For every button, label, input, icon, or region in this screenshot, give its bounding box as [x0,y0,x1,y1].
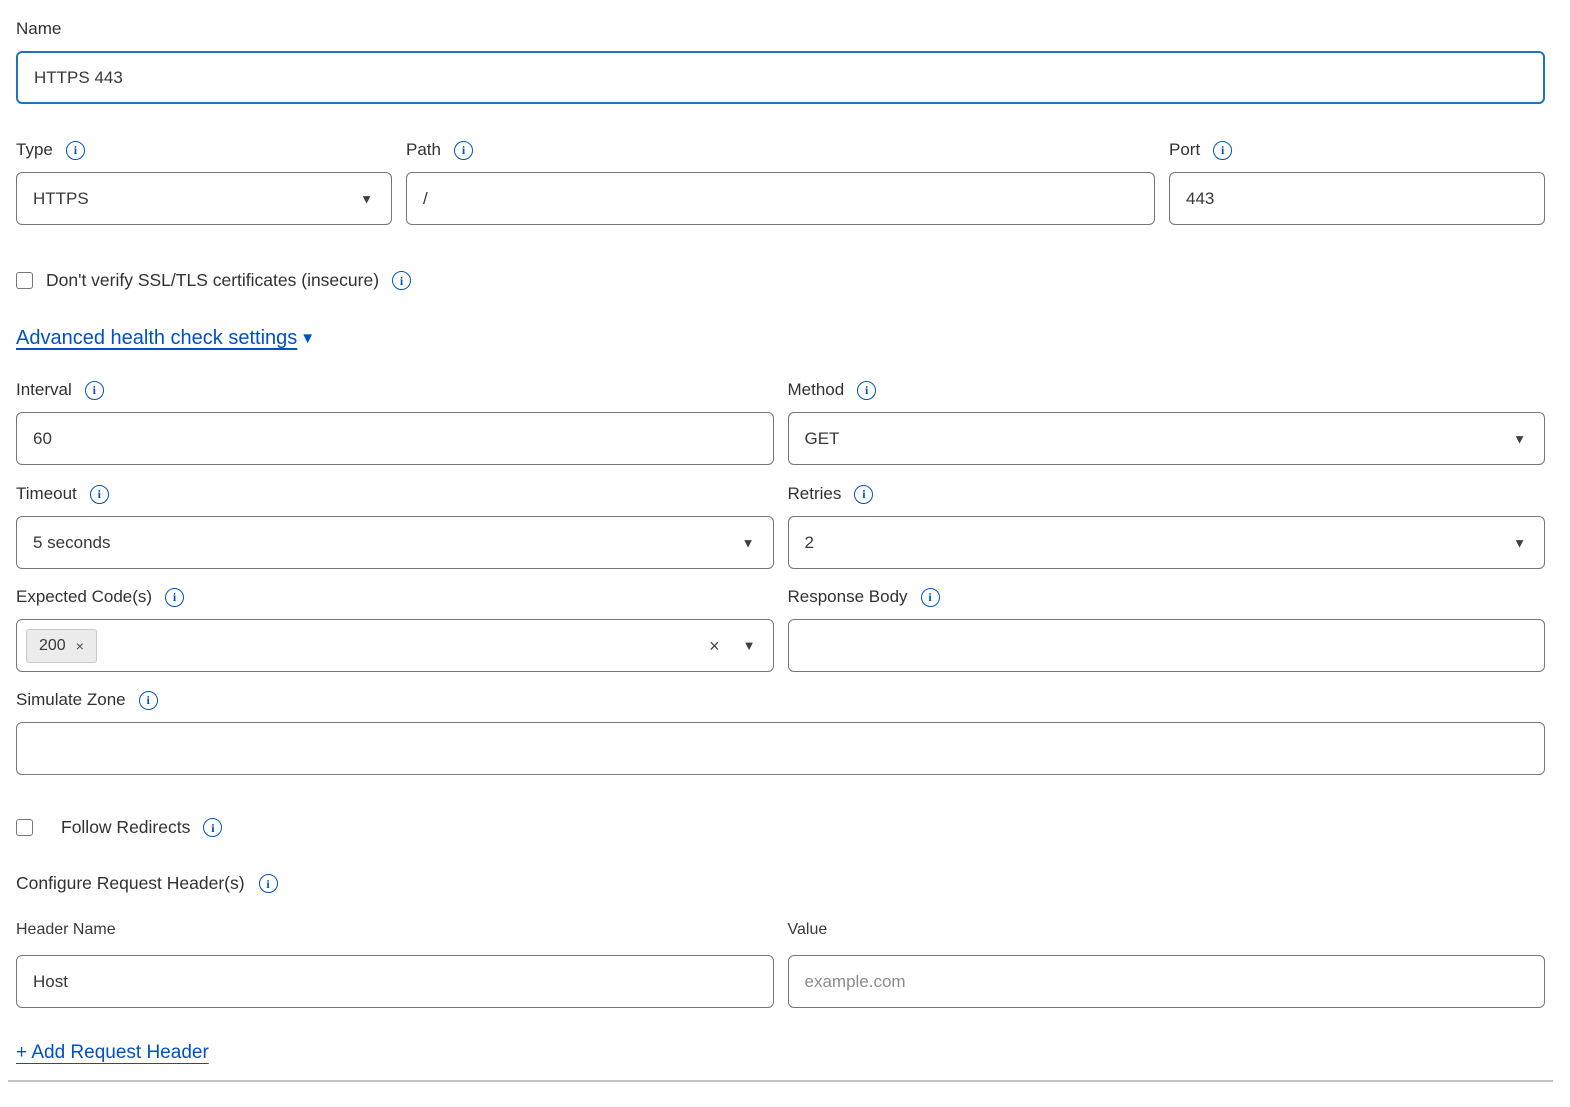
type-label-text: Type [16,139,53,161]
port-label-text: Port [1169,139,1200,161]
name-input[interactable] [16,51,1545,104]
add-request-header-link-text: + Add Request Header [16,1042,209,1063]
method-select-value: GET [805,429,840,449]
name-label: Name [16,18,1545,40]
expected-codes-field: Expected Code(s) i 200 × × ▼ [16,586,774,672]
header-name-field: Header Name [16,920,774,1008]
interval-method-row: Interval i Method i GET ▼ [16,379,1545,465]
expected-codes-select[interactable]: 200 × × ▼ [16,619,774,672]
expected-codes-label: Expected Code(s) i [16,586,774,608]
request-header-row: Header Name Value [16,920,1545,1008]
path-field: Path i [406,139,1155,225]
timeout-label: Timeout i [16,483,774,505]
ssl-verify-label: Don't verify SSL/TLS certificates (insec… [46,270,379,291]
header-value-label: Value [788,920,1546,940]
simulate-zone-label-text: Simulate Zone [16,689,126,711]
expected-code-tag-text: 200 [39,637,66,655]
port-info-icon[interactable]: i [1213,141,1232,160]
health-check-form: Name Type i HTTPS ▼ Path i Port i [0,0,1570,1082]
interval-input[interactable] [16,412,774,465]
interval-label-text: Interval [16,379,72,401]
chevron-down-icon: ▼ [360,192,373,205]
path-label-text: Path [406,139,441,161]
response-body-field: Response Body i [788,586,1546,672]
type-path-port-row: Type i HTTPS ▼ Path i Port i [16,139,1545,225]
retries-select-value: 2 [805,533,814,553]
timeout-field: Timeout i 5 seconds ▼ [16,483,774,569]
type-label: Type i [16,139,392,161]
path-input[interactable] [406,172,1155,225]
ssl-verify-info-icon[interactable]: i [392,271,411,290]
follow-redirects-row: Follow Redirects i [16,817,1545,838]
interval-info-icon[interactable]: i [85,381,104,400]
response-body-label: Response Body i [788,586,1546,608]
type-select[interactable]: HTTPS ▼ [16,172,392,225]
retries-select[interactable]: 2 ▼ [788,516,1546,569]
request-headers-info-icon[interactable]: i [259,874,278,893]
interval-label: Interval i [16,379,774,401]
simulate-zone-info-icon[interactable]: i [139,691,158,710]
method-label: Method i [788,379,1546,401]
multiselect-controls: × ▼ [709,637,755,655]
advanced-settings-container: Advanced health check settings ▼ [16,291,1545,350]
method-select[interactable]: GET ▼ [788,412,1546,465]
response-body-input[interactable] [788,619,1546,672]
port-field: Port i [1169,139,1545,225]
header-value-input[interactable] [788,955,1546,1008]
expected-codes-info-icon[interactable]: i [165,588,184,607]
header-value-field: Value [788,920,1546,1008]
port-input[interactable] [1169,172,1545,225]
advanced-settings-link[interactable]: Advanced health check settings ▼ [16,327,315,350]
follow-redirects-checkbox[interactable] [16,819,33,836]
expected-code-tag: 200 × [26,629,97,663]
timeout-retries-row: Timeout i 5 seconds ▼ Retries i 2 ▼ [16,483,1545,569]
timeout-label-text: Timeout [16,483,77,505]
retries-label: Retries i [788,483,1546,505]
method-info-icon[interactable]: i [857,381,876,400]
bottom-divider [8,1080,1553,1082]
clear-all-icon[interactable]: × [709,637,720,655]
type-field: Type i HTTPS ▼ [16,139,392,225]
interval-field: Interval i [16,379,774,465]
add-request-header-link[interactable]: + Add Request Header [16,1042,209,1064]
request-headers-section-text: Configure Request Header(s) [16,873,245,894]
method-field: Method i GET ▼ [788,379,1546,465]
chevron-down-icon[interactable]: ▼ [743,639,756,652]
ssl-verify-checkbox[interactable] [16,272,33,289]
simulate-zone-field: Simulate Zone i [16,689,1545,775]
timeout-select[interactable]: 5 seconds ▼ [16,516,774,569]
name-field: Name [16,18,1545,104]
simulate-zone-input[interactable] [16,722,1545,775]
header-name-input[interactable] [16,955,774,1008]
chevron-down-icon: ▼ [1513,432,1526,445]
response-body-label-text: Response Body [788,586,908,608]
header-name-label: Header Name [16,920,774,940]
type-info-icon[interactable]: i [66,141,85,160]
response-body-info-icon[interactable]: i [921,588,940,607]
chevron-down-icon: ▼ [742,536,755,549]
method-label-text: Method [788,379,845,401]
type-select-value: HTTPS [33,189,89,209]
simulate-zone-label: Simulate Zone i [16,689,1545,711]
add-header-container: + Add Request Header [16,1008,1545,1064]
port-label: Port i [1169,139,1545,161]
triangle-down-icon: ▼ [300,330,315,347]
timeout-info-icon[interactable]: i [90,485,109,504]
request-headers-section-label: Configure Request Header(s) i [16,873,1545,894]
advanced-settings-link-text: Advanced health check settings [16,327,297,350]
codes-body-row: Expected Code(s) i 200 × × ▼ Response Bo… [16,586,1545,672]
retries-label-text: Retries [788,483,842,505]
remove-tag-icon[interactable]: × [76,639,84,653]
chevron-down-icon: ▼ [1513,536,1526,549]
name-label-text: Name [16,18,61,40]
timeout-select-value: 5 seconds [33,533,111,553]
retries-field: Retries i 2 ▼ [788,483,1546,569]
retries-info-icon[interactable]: i [854,485,873,504]
follow-redirects-label: Follow Redirects [61,817,190,838]
expected-codes-label-text: Expected Code(s) [16,586,152,608]
path-info-icon[interactable]: i [454,141,473,160]
follow-redirects-info-icon[interactable]: i [203,818,222,837]
ssl-verify-row: Don't verify SSL/TLS certificates (insec… [16,270,1545,291]
path-label: Path i [406,139,1155,161]
